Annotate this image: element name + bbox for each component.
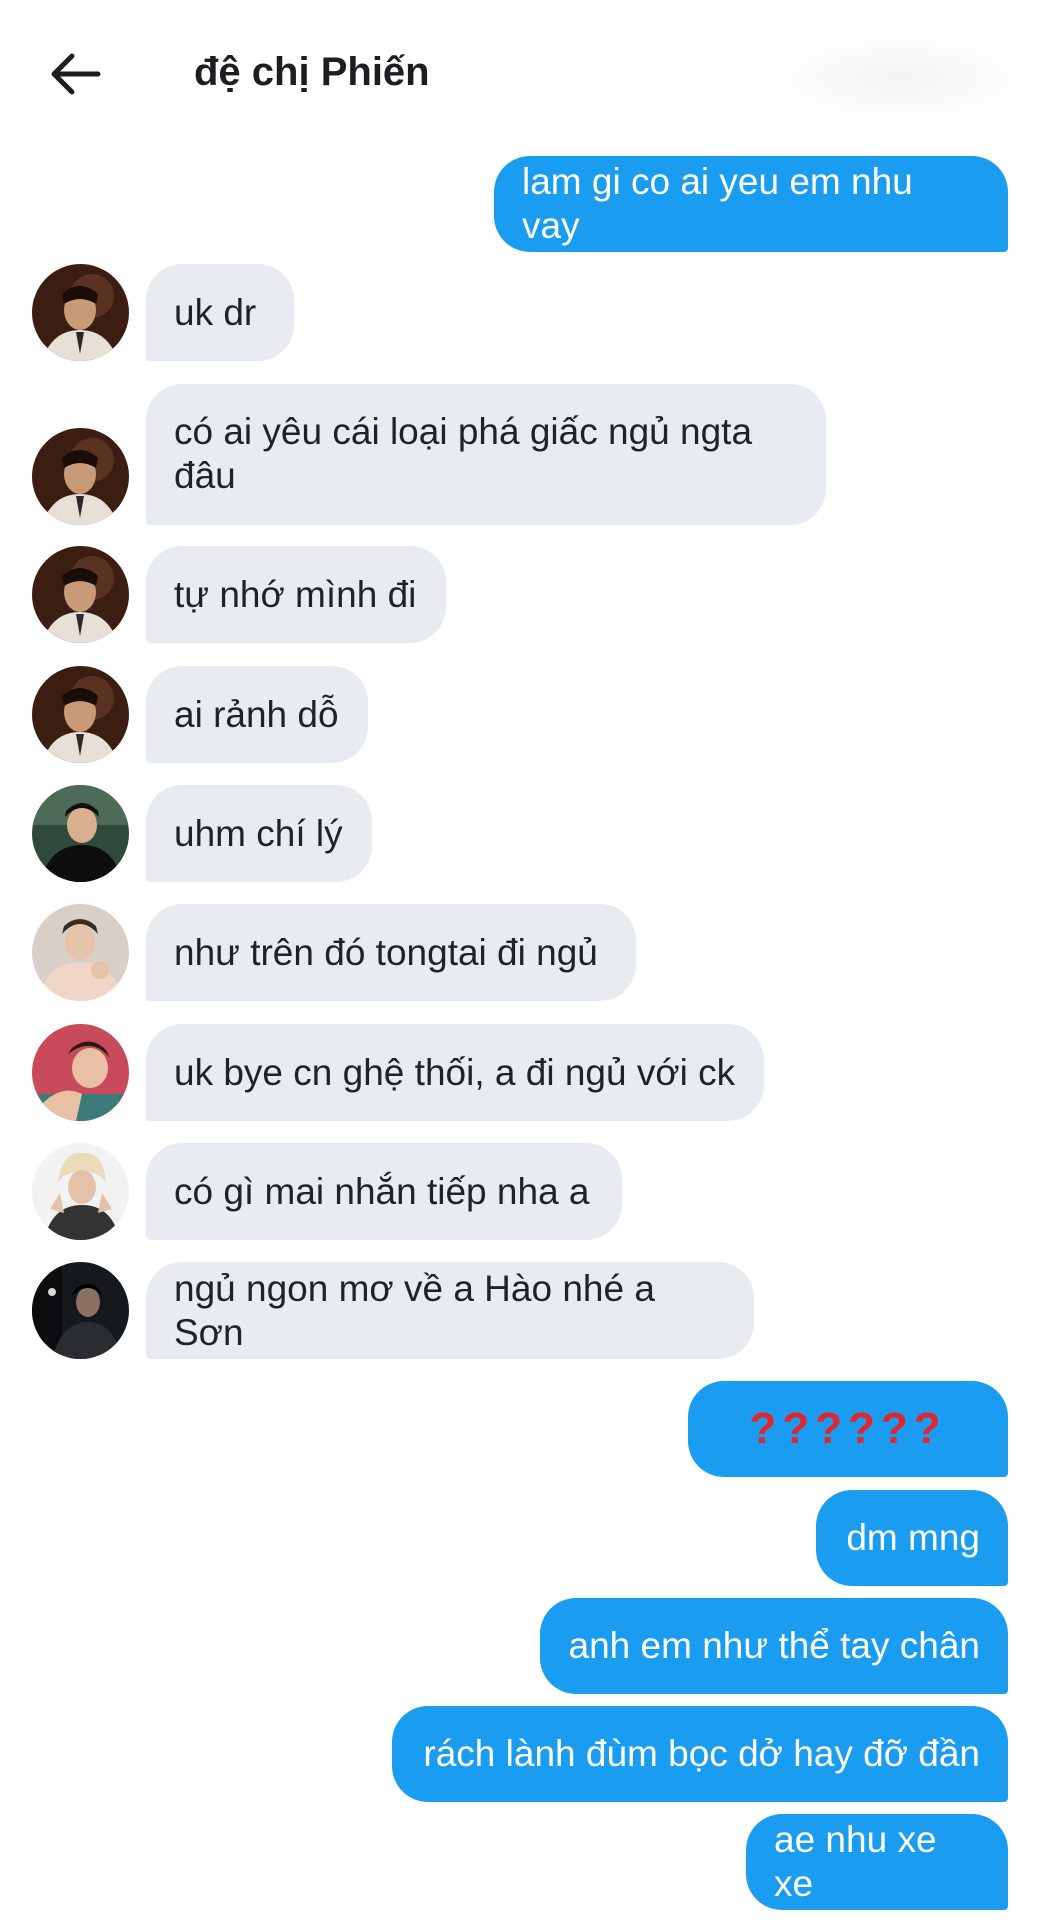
avatar-dark-scene[interactable] (32, 1262, 129, 1359)
conversation-title: đệ chị Phiến (194, 50, 430, 94)
message-bubble-sent[interactable]: rách lành đùm bọc dở hay đỡ đần (392, 1706, 1008, 1802)
message-text: như trên đó tongtai đi ngủ (174, 931, 598, 973)
message-bubble-sent[interactable]: anh em như thể tay chân (540, 1598, 1008, 1694)
message-bubble-received[interactable]: uk bye cn ghệ thối, a đi ngủ với ck (146, 1024, 764, 1121)
message-text: rách lành đùm bọc dở hay đỡ đần (423, 1733, 980, 1774)
chat-header: đệ chị Phiến (0, 0, 1041, 150)
message-bubble-received[interactable]: ngủ ngon mơ về a Hào nhé a Sơn (146, 1262, 754, 1359)
message-bubble-sent[interactable]: lam gi co ai yeu em nhu vay (494, 156, 1008, 252)
message-text: dm mng (846, 1517, 980, 1558)
message-text: uk dr (174, 291, 257, 333)
avatar-dark-portrait[interactable] (32, 264, 129, 361)
message-text: ?????? (749, 1404, 947, 1453)
message-bubble-sent[interactable]: ae nhu xe xe (746, 1814, 1008, 1910)
avatar-blonde-hair[interactable] (32, 1143, 129, 1240)
avatar-dark-portrait[interactable] (32, 546, 129, 643)
message-bubble-received[interactable]: như trên đó tongtai đi ngủ (146, 904, 636, 1001)
message-bubble-received[interactable]: tự nhớ mình đi (146, 546, 446, 643)
message-text: có ai yêu cái loại phá giấc ngủ ngta đâu (174, 411, 753, 496)
avatar-red-background[interactable] (32, 1024, 129, 1121)
message-text: uk bye cn ghệ thối, a đi ngủ với ck (174, 1051, 736, 1093)
message-text: uhm chí lý (174, 812, 343, 854)
message-text: ai rảnh dỗ (174, 693, 339, 735)
message-bubble-received[interactable]: uhm chí lý (146, 785, 372, 882)
header-smudge (760, 28, 1040, 128)
message-text: tự nhớ mình đi (174, 573, 417, 615)
message-text: lam gi co ai yeu em nhu vay (522, 161, 913, 246)
avatar-pink-sweater[interactable] (32, 904, 129, 1001)
avatar-black-outfit[interactable] (32, 785, 129, 882)
message-text: có gì mai nhắn tiếp nha a (174, 1170, 590, 1212)
message-bubble-sent[interactable]: dm mng (816, 1490, 1008, 1586)
message-text: ae nhu xe xe (774, 1819, 937, 1904)
message-bubble-received[interactable]: có ai yêu cái loại phá giấc ngủ ngta đâu (146, 384, 826, 525)
avatar-dark-portrait[interactable] (32, 428, 129, 525)
avatar-dark-portrait[interactable] (32, 666, 129, 763)
message-text: anh em như thể tay chân (568, 1625, 980, 1666)
message-bubble-received[interactable]: có gì mai nhắn tiếp nha a (146, 1143, 622, 1240)
message-text: ngủ ngon mơ về a Hào nhé a Sơn (174, 1267, 655, 1353)
message-bubble-received[interactable]: uk dr (146, 264, 294, 361)
message-bubble-sent[interactable]: ?????? (688, 1381, 1008, 1477)
back-button[interactable] (46, 48, 106, 100)
message-bubble-received[interactable]: ai rảnh dỗ (146, 666, 368, 763)
arrow-left-icon (51, 53, 101, 95)
